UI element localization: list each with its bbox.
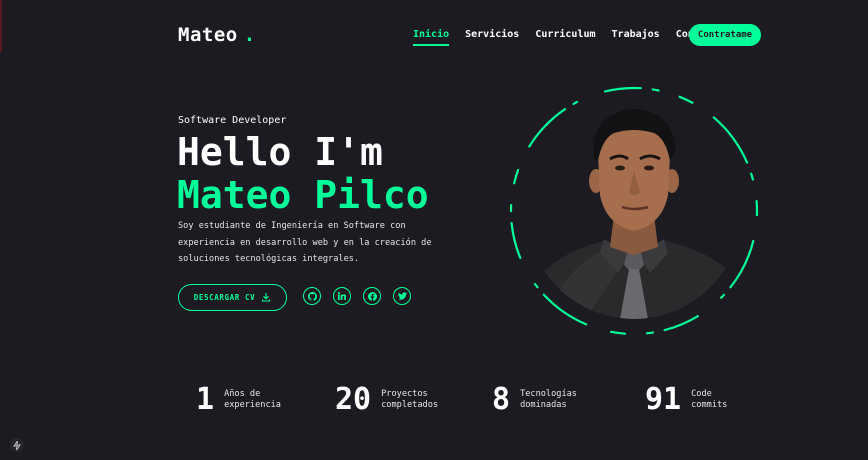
stat-label: Proyectos completados: [381, 389, 439, 410]
download-cv-button[interactable]: DESCARGAR CV: [178, 284, 287, 311]
nav-item-inicio[interactable]: Inicio: [413, 29, 450, 46]
stat-value: 91: [645, 382, 682, 417]
twitter-icon[interactable]: [393, 287, 411, 305]
stat-label: Tecnologías dominadas: [520, 389, 577, 410]
stat-experience: 1 Años de experiencia: [196, 383, 290, 417]
nav-item-servicios[interactable]: Servicios: [465, 29, 519, 46]
facebook-icon[interactable]: [363, 287, 381, 305]
hero-greeting: Hello I'm: [177, 130, 383, 174]
stat-value: 20: [335, 382, 372, 417]
nav-item-trabajos[interactable]: Trabajos: [612, 29, 660, 46]
logo[interactable]: Mateo.: [178, 24, 256, 46]
github-icon[interactable]: [303, 287, 321, 305]
stat-value: 8: [492, 382, 511, 417]
stat-commits: 91 Code commits: [645, 383, 731, 417]
social-links: [303, 287, 411, 305]
stat-technologies: 8 Tecnologías dominadas: [492, 383, 586, 417]
lightning-icon[interactable]: [10, 438, 24, 452]
hire-me-button[interactable]: Contratame: [689, 24, 761, 46]
download-icon: [261, 292, 271, 304]
portrait: [508, 85, 760, 337]
stat-label: Code commits: [691, 389, 728, 410]
linkedin-icon[interactable]: [333, 287, 351, 305]
hero-role: Software Developer: [178, 115, 287, 126]
stat-label: Años de experiencia: [224, 389, 281, 410]
profile-photo: [526, 103, 742, 319]
logo-dot: .: [243, 24, 256, 46]
stat-projects: 20 Proyectos completados: [335, 383, 447, 417]
stat-value: 1: [196, 382, 215, 417]
hero-name: Mateo Pilco: [177, 173, 429, 217]
window-edge-accent: [0, 0, 2, 52]
download-cv-label: DESCARGAR CV: [193, 293, 256, 302]
nav-item-curriculum[interactable]: Curriculum: [535, 29, 595, 46]
logo-text: Mateo: [178, 24, 238, 46]
hero-description: Soy estudiante de Ingeniería en Software…: [178, 221, 432, 264]
